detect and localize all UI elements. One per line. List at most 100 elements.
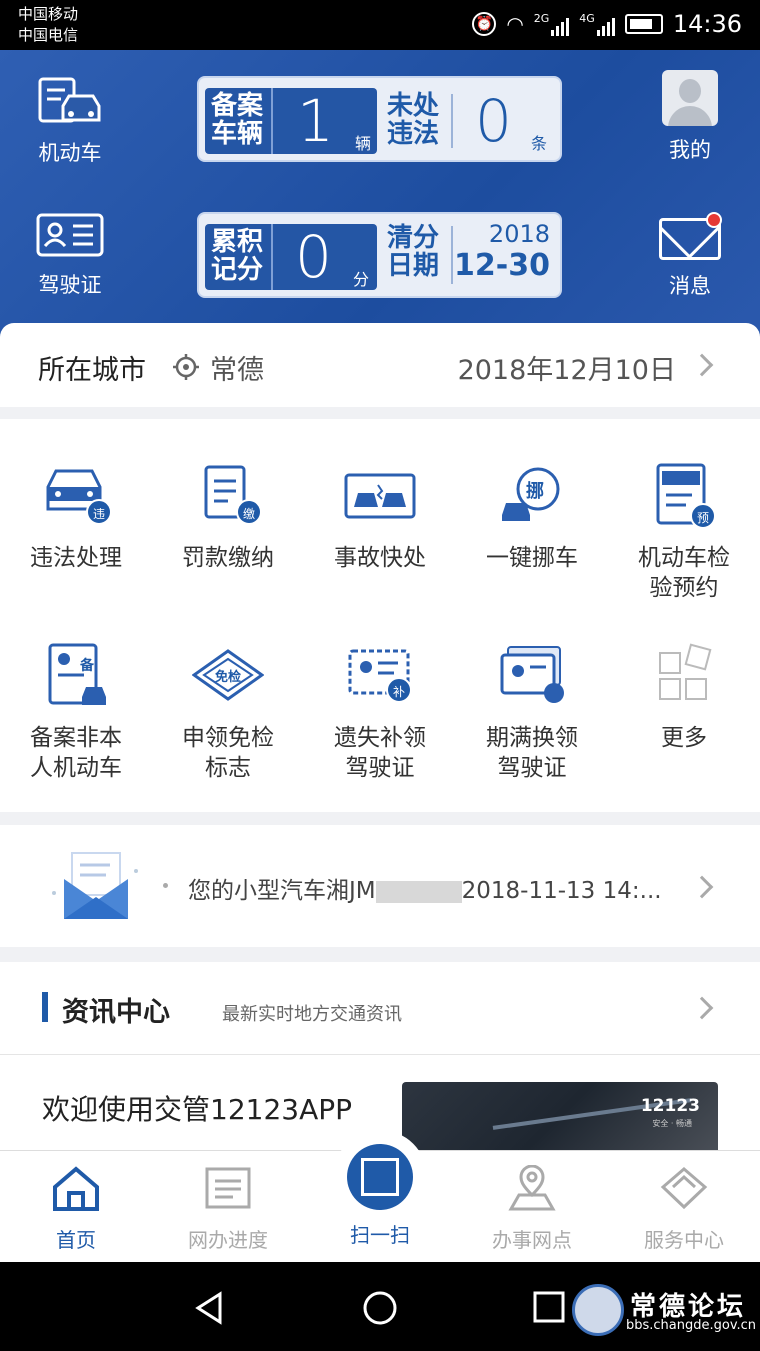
alarm-icon: ⏰: [472, 12, 497, 36]
service-label-line1: 机动车检: [638, 545, 730, 571]
news-title: 资讯中心: [62, 997, 170, 1028]
home-circle-icon[interactable]: [362, 1290, 398, 1326]
registered-label: 备案 车辆: [211, 92, 263, 148]
my-profile-button[interactable]: 我的: [620, 70, 760, 164]
city-name: 常德: [210, 355, 264, 386]
points-label-line2: 记分: [211, 255, 264, 285]
city-label: 所在城市: [38, 355, 146, 386]
watermark: 常德论坛 bbs.changde.gov.cn: [572, 1284, 758, 1340]
points-label: 累积 记分: [211, 228, 263, 284]
service-label: 罚款缴纳: [182, 545, 274, 571]
violation-count: 0: [475, 87, 512, 155]
service-label: 更多: [661, 725, 707, 751]
news-item-title[interactable]: 欢迎使用交管12123APP: [42, 1088, 352, 1128]
tab-home[interactable]: 首页: [0, 1165, 152, 1253]
service-label-line2: 驾驶证: [345, 755, 415, 781]
registered-label-line2: 车辆: [211, 119, 264, 149]
home-icon: [53, 1166, 99, 1211]
service-lost-license-reissue[interactable]: 补 遗失补领 驾驶证: [304, 643, 456, 783]
service-label-line2: 驾驶证: [497, 755, 567, 781]
violation-label: 未处 违法: [387, 92, 439, 148]
carrier-info: 中国移动 中国电信: [18, 4, 78, 46]
clear-year: 2018: [488, 220, 550, 248]
clear-date-label: 清分 日期: [387, 224, 439, 280]
car-document-icon: [38, 77, 101, 123]
tab-progress[interactable]: 网办进度: [152, 1165, 304, 1253]
status-bar: 中国移动 中国电信 ⏰ ◠ 2G 4G 14:36: [0, 0, 760, 50]
chevron-right-icon: [690, 875, 714, 899]
service-badge: 挪: [526, 481, 544, 502]
location-target-icon: [173, 354, 199, 380]
service-move-car[interactable]: 挪 一键挪车: [456, 463, 608, 573]
vehicle-button[interactable]: 机动车: [0, 76, 140, 167]
chevron-right-icon: [690, 353, 714, 377]
service-label-line1: 申领免检: [182, 725, 274, 751]
battery-icon: [624, 14, 663, 34]
more-grid-icon: [648, 643, 720, 709]
points-label-line1: 累积: [211, 227, 264, 257]
inspection-icon: 预: [648, 463, 720, 529]
tab-label: 服务中心: [644, 1228, 724, 1252]
service-grid: 违 违法处理 缴 罚款缴纳 事故快处 挪 一键挪车 预 机动车检 验预约 备 备…: [0, 419, 760, 812]
city-selector[interactable]: 所在城市 常德 2018年12月10日: [0, 323, 760, 407]
service-badge: 违: [86, 499, 112, 525]
scan-button[interactable]: [333, 1130, 427, 1224]
mail-open-icon: [52, 852, 138, 919]
service-inspection-booking[interactable]: 预 机动车检 验预约: [608, 463, 760, 603]
points-unit: 分: [353, 270, 370, 289]
service-fine-payment[interactable]: 缴 罚款缴纳: [152, 463, 304, 573]
vehicle-summary-card[interactable]: 备案 车辆 1 辆 未处 违法 0 条: [197, 76, 562, 162]
unread-badge: [706, 212, 722, 228]
vehicle-label: 机动车: [38, 141, 102, 165]
service-badge: 缴: [236, 499, 262, 525]
service-label-line2: 人机动车: [30, 755, 122, 781]
points-cell: 累积 记分 0 分: [205, 224, 377, 290]
violation-label-line1: 未处: [387, 91, 440, 121]
license-renewal-icon: [496, 643, 568, 709]
notification-prefix: 您的小型汽车湘JM: [188, 878, 376, 904]
news-subtitle: 最新实时地方交通资讯: [222, 1004, 402, 1025]
location-pin-icon: [508, 1164, 556, 1211]
recent-apps-icon[interactable]: [532, 1290, 566, 1324]
service-badge: 补: [386, 677, 412, 703]
service-badge: 免检: [214, 670, 241, 685]
service-violation[interactable]: 违 违法处理: [0, 463, 152, 573]
message-label: 消息: [669, 274, 711, 298]
handshake-icon: [660, 1167, 708, 1210]
service-label-line1: 备案非本: [30, 725, 122, 751]
service-label-line1: 遗失补领: [334, 725, 426, 751]
messages-button[interactable]: 消息: [620, 212, 760, 300]
service-license-renewal[interactable]: 期满换领 驾驶证: [456, 643, 608, 783]
id-card-icon: [36, 213, 104, 257]
notification-row[interactable]: 您的小型汽车湘JM 2018-11-13 14:...: [0, 825, 760, 947]
service-badge: 备: [80, 658, 94, 674]
network-type-1: 2G: [533, 12, 550, 25]
service-register-other-vehicle[interactable]: 备 备案非本 人机动车: [0, 643, 152, 783]
move-car-icon: 挪: [496, 463, 568, 529]
carrier-1: 中国移动: [18, 5, 79, 23]
back-icon[interactable]: [192, 1290, 228, 1326]
tab-service-center[interactable]: 服务中心: [608, 1165, 760, 1253]
service-label-line1: 期满换领: [486, 725, 578, 751]
service-accident[interactable]: 事故快处: [304, 463, 456, 573]
license-summary-card[interactable]: 累积 记分 0 分 清分 日期 2018 12-30: [197, 212, 562, 298]
chevron-right-icon[interactable]: [690, 996, 714, 1020]
network-type-2: 4G: [579, 12, 595, 25]
my-label: 我的: [669, 138, 711, 162]
registered-unit: 辆: [355, 134, 372, 153]
notification-text: 您的小型汽车湘JM 2018-11-13 14:...: [188, 871, 662, 905]
tab-service-points[interactable]: 办事网点: [456, 1164, 608, 1253]
clear-label-line1: 清分: [387, 223, 440, 253]
clock: 14:36: [672, 10, 742, 38]
license-button[interactable]: 驾驶证: [0, 212, 140, 299]
news-image-logo: 12123: [640, 1096, 700, 1116]
service-more[interactable]: 更多: [608, 643, 760, 753]
service-badge: 预: [690, 503, 716, 529]
scan-icon: [347, 1144, 413, 1210]
signal-icon-1: 2G: [534, 12, 570, 36]
wifi-icon: ◠: [506, 12, 524, 36]
register-vehicle-icon: 备: [40, 643, 112, 709]
service-exemption-sticker[interactable]: 免检 申领免检 标志: [152, 643, 304, 783]
signal-icon-2: 4G: [579, 12, 615, 36]
news-thumbnail[interactable]: 12123 安全 · 畅通: [402, 1082, 718, 1152]
